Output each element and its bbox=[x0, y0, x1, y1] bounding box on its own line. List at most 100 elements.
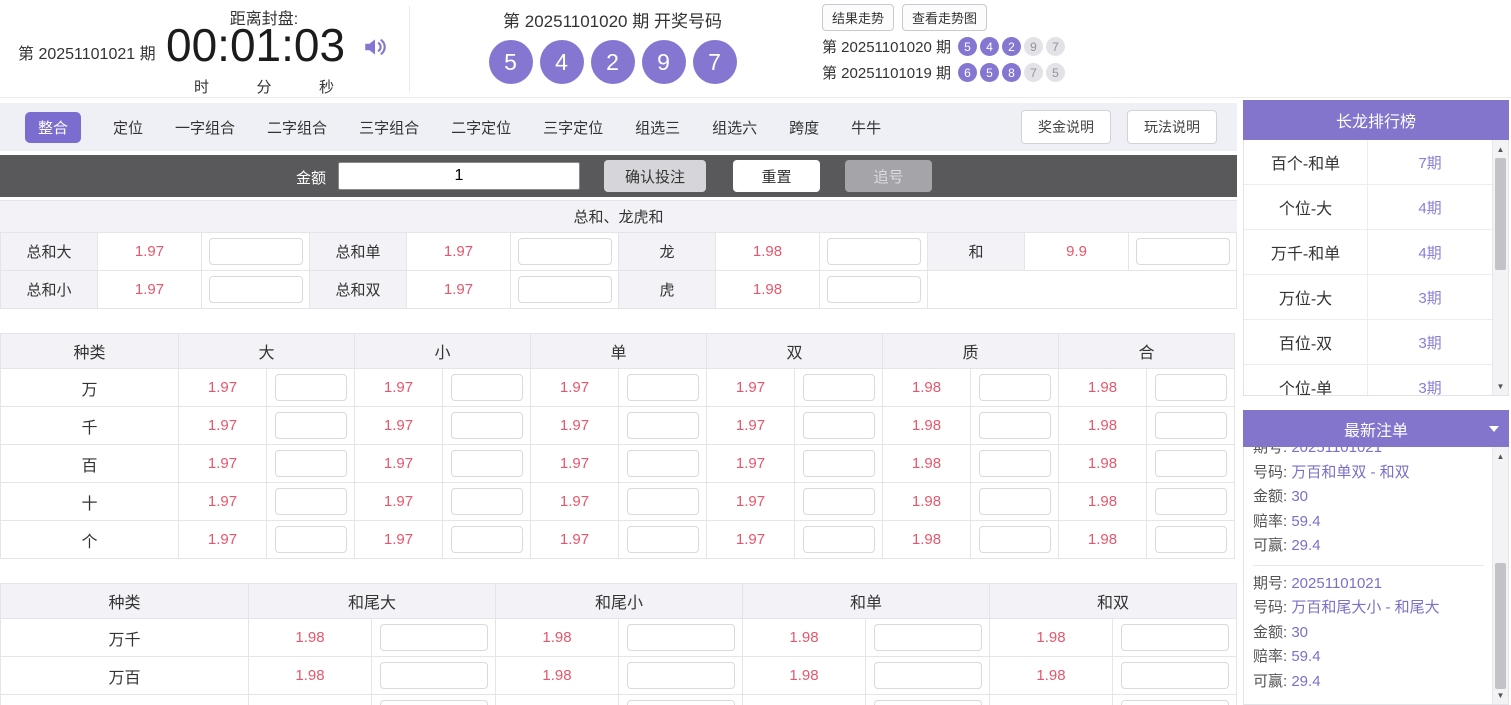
ranking-name: 万千-和单 bbox=[1244, 230, 1368, 274]
bet-amount-input[interactable] bbox=[873, 662, 982, 689]
bet-amount-input[interactable] bbox=[517, 238, 612, 265]
bet-amount-input[interactable] bbox=[802, 412, 875, 439]
bet-amount-input[interactable] bbox=[1154, 374, 1227, 401]
column-header: 单 bbox=[531, 334, 707, 369]
bet-odds: 1.97 bbox=[355, 407, 443, 445]
bet-input-cell bbox=[619, 369, 707, 407]
record-line: 可赢: 29.4 bbox=[1253, 534, 1484, 559]
bet-amount-input[interactable] bbox=[274, 374, 347, 401]
confirm-bet-button[interactable]: 确认投注 bbox=[604, 160, 706, 192]
bet-amount-input[interactable] bbox=[626, 450, 699, 477]
unit-minute: 分 bbox=[256, 79, 272, 96]
info-button[interactable]: 玩法说明 bbox=[1127, 110, 1217, 144]
bet-amount-input[interactable] bbox=[626, 700, 735, 705]
bet-amount-input[interactable] bbox=[826, 276, 921, 303]
bet-amount-input[interactable] bbox=[826, 238, 921, 265]
scrollbar-thumb[interactable] bbox=[1495, 563, 1506, 689]
bet-amount-input[interactable] bbox=[978, 412, 1051, 439]
bet-amount-input[interactable] bbox=[274, 526, 347, 553]
history-ball: 7 bbox=[1024, 63, 1043, 82]
collapse-caret-icon[interactable] bbox=[1489, 426, 1499, 432]
nav-tab[interactable]: 三字组合 bbox=[359, 117, 419, 138]
bet-amount-input[interactable] bbox=[1120, 624, 1229, 651]
record-period: 20251101021 bbox=[1287, 447, 1382, 456]
bet-amount-input[interactable] bbox=[274, 412, 347, 439]
nav-tab[interactable]: 组选六 bbox=[712, 117, 757, 138]
speaker-icon[interactable] bbox=[362, 34, 388, 65]
info-button[interactable]: 奖金说明 bbox=[1021, 110, 1111, 144]
amount-input[interactable] bbox=[338, 162, 580, 190]
scrollbar[interactable]: ▲ ▼ bbox=[1492, 447, 1508, 704]
bet-amount-input[interactable] bbox=[208, 238, 303, 265]
trend-button[interactable]: 查看走势图 bbox=[902, 4, 988, 31]
bet-amount-input[interactable] bbox=[626, 624, 735, 651]
bet-amount-input[interactable] bbox=[450, 526, 523, 553]
nav-tab[interactable]: 二字组合 bbox=[267, 117, 327, 138]
column-header: 和尾小 bbox=[496, 584, 743, 619]
scroll-down-arrow-icon[interactable]: ▼ bbox=[1493, 687, 1508, 703]
ranking-streak: 7期 bbox=[1418, 154, 1442, 172]
bet-amount-input[interactable] bbox=[626, 526, 699, 553]
chase-number-button[interactable]: 追号 bbox=[845, 160, 932, 192]
ranking-streak: 3期 bbox=[1418, 334, 1442, 352]
bet-amount-input[interactable] bbox=[626, 488, 699, 515]
nav-tab[interactable]: 二字定位 bbox=[451, 117, 511, 138]
bet-amount-input[interactable] bbox=[802, 526, 875, 553]
nav-tab[interactable]: 跨度 bbox=[789, 117, 819, 138]
bet-amount-input[interactable] bbox=[802, 488, 875, 515]
bet-amount-input[interactable] bbox=[379, 624, 488, 651]
bet-odds: 1.98 bbox=[883, 483, 971, 521]
scrollbar[interactable]: ▲ ▼ bbox=[1492, 140, 1508, 395]
bet-odds: 1.98 bbox=[1059, 521, 1147, 559]
nav-tab[interactable]: 组选三 bbox=[635, 117, 680, 138]
ranking-row: 万千-和单 4期 bbox=[1244, 230, 1492, 275]
bet-amount-input[interactable] bbox=[274, 488, 347, 515]
bet-amount-input[interactable] bbox=[873, 624, 982, 651]
scroll-down-arrow-icon[interactable]: ▼ bbox=[1493, 378, 1508, 394]
scroll-up-arrow-icon[interactable]: ▲ bbox=[1493, 141, 1508, 157]
nav-tab[interactable]: 三字定位 bbox=[543, 117, 603, 138]
record-label: 赔率: bbox=[1253, 512, 1288, 530]
bet-amount-input[interactable] bbox=[1154, 412, 1227, 439]
row-label: 万千 bbox=[1, 619, 249, 657]
scrollbar-thumb[interactable] bbox=[1495, 158, 1506, 270]
bet-odds: 1.98 bbox=[249, 619, 372, 657]
ranking-streak: 4期 bbox=[1418, 244, 1442, 262]
bet-amount-input[interactable] bbox=[1120, 662, 1229, 689]
bet-amount-input[interactable] bbox=[1154, 526, 1227, 553]
bet-amount-input[interactable] bbox=[802, 450, 875, 477]
bet-amount-input[interactable] bbox=[1120, 700, 1229, 705]
bet-amount-input[interactable] bbox=[450, 412, 523, 439]
bet-input-cell bbox=[1147, 445, 1235, 483]
trend-button[interactable]: 结果走势 bbox=[822, 4, 895, 31]
bet-amount-input[interactable] bbox=[208, 276, 303, 303]
bet-amount-input[interactable] bbox=[379, 662, 488, 689]
nav-tab[interactable]: 定位 bbox=[113, 117, 143, 138]
bet-amount-input[interactable] bbox=[517, 276, 612, 303]
bet-amount-input[interactable] bbox=[978, 526, 1051, 553]
scroll-up-arrow-icon[interactable]: ▲ bbox=[1493, 448, 1508, 464]
bet-amount-input[interactable] bbox=[450, 488, 523, 515]
bet-amount-input[interactable] bbox=[626, 374, 699, 401]
bet-odds: 1.97 bbox=[98, 233, 202, 271]
bet-amount-input[interactable] bbox=[626, 662, 735, 689]
nav-tab[interactable]: 整合 bbox=[25, 111, 82, 143]
bet-amount-input[interactable] bbox=[450, 374, 523, 401]
bet-amount-input[interactable] bbox=[274, 450, 347, 477]
bet-amount-input[interactable] bbox=[802, 374, 875, 401]
bet-amount-input[interactable] bbox=[1154, 488, 1227, 515]
reset-button[interactable]: 重置 bbox=[733, 160, 820, 192]
nav-tab[interactable]: 一字组合 bbox=[175, 117, 235, 138]
bet-amount-input[interactable] bbox=[450, 450, 523, 477]
bet-amount-input[interactable] bbox=[1135, 238, 1230, 265]
bet-amount-input[interactable] bbox=[978, 450, 1051, 477]
bet-amount-input[interactable] bbox=[626, 412, 699, 439]
bet-input-cell bbox=[1113, 619, 1237, 657]
bet-amount-input[interactable] bbox=[978, 374, 1051, 401]
bet-input-cell bbox=[795, 483, 883, 521]
bet-amount-input[interactable] bbox=[1154, 450, 1227, 477]
bet-amount-input[interactable] bbox=[873, 700, 982, 705]
bet-amount-input[interactable] bbox=[978, 488, 1051, 515]
nav-tab[interactable]: 牛牛 bbox=[851, 117, 881, 138]
bet-amount-input[interactable] bbox=[379, 700, 488, 705]
